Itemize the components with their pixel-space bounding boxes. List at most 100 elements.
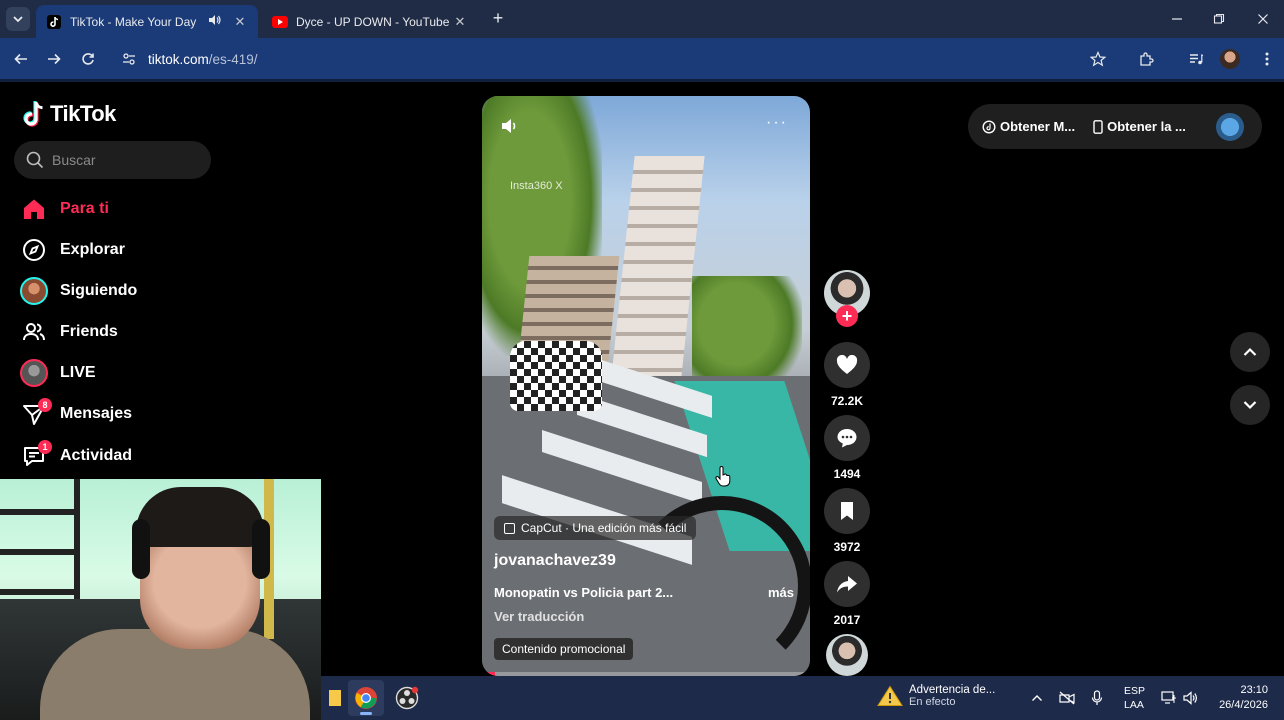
promo-label: Contenido promocional [494,638,634,660]
warning-triangle-icon [877,685,903,706]
new-tab-plus-icon[interactable]: + [488,9,508,29]
live-avatar-icon [18,357,50,389]
tab-youtube[interactable]: Dyce - UP DOWN - YouTube ✕ [262,5,478,38]
back-arrow-icon[interactable] [10,48,32,70]
sidebar-item-explorar[interactable]: Explorar [18,234,125,266]
clock-date: 26/4/2026 [1219,699,1268,711]
home-icon [18,193,50,225]
tab-title: TikTok - Make Your Day [70,14,197,29]
sidebar-item-para-ti[interactable]: Para ti [18,193,109,225]
compass-icon [18,234,50,266]
messages-badge: 8 [38,398,52,412]
get-coins-button[interactable]: Obtener M... [982,119,1075,134]
video-player[interactable]: ··· Insta360 X CapCut · Una edición más … [482,96,810,676]
kebab-menu-icon[interactable] [1256,48,1278,70]
share-arrow-icon [837,576,857,593]
chevron-up-icon [1243,347,1257,356]
tiktok-logo[interactable]: TikTok [22,100,116,128]
sidebar-item-label: Explorar [60,241,125,258]
music-disc[interactable] [826,634,868,676]
previous-video-button[interactable] [1230,332,1270,372]
tab-search-button[interactable] [6,7,30,31]
comment-icon [837,429,857,448]
tab-tiktok[interactable]: TikTok - Make Your Day ✕ [36,5,258,38]
screen: TikTok - Make Your Day ✕ Dyce - UP DOWN … [0,0,1284,720]
save-count: 3972 [833,540,861,554]
site-info-icon[interactable] [122,52,136,66]
reload-icon[interactable] [77,48,99,70]
capcut-chip-label: CapCut · Una edición más fácil [521,521,687,535]
capcut-chip[interactable]: CapCut · Una edición más fácil [494,516,697,540]
profile-avatar-icon[interactable] [1219,48,1241,70]
video-author[interactable]: jovanachavez39 [494,552,616,570]
media-control-icon[interactable] [1185,48,1207,70]
more-options-icon[interactable]: ··· [766,114,788,132]
forward-arrow-icon[interactable] [43,48,65,70]
follow-plus-icon[interactable]: + [836,305,858,327]
avatar-icon [18,275,50,307]
close-tab-icon[interactable]: ✕ [452,14,468,30]
user-profile-avatar[interactable] [1216,113,1244,141]
heart-icon [836,355,858,374]
sidebar-item-actividad[interactable]: 1 Actividad [18,440,132,472]
volume-icon[interactable] [500,116,520,136]
translate-link[interactable]: Ver traducción [494,609,584,624]
headphone-right [252,519,270,579]
chevron-down-icon [13,16,23,23]
speaker-volume-icon[interactable] [1181,688,1201,708]
hand-cursor-icon [715,466,731,487]
sidebar-item-live[interactable]: LIVE [18,357,96,389]
show-hidden-icons-chevron-icon[interactable] [1027,688,1047,708]
like-button[interactable] [824,342,870,388]
get-app-label: Obtener la ... [1107,119,1186,134]
save-button[interactable] [824,488,870,534]
minimize-icon[interactable] [1166,8,1188,30]
close-window-icon[interactable] [1252,8,1274,30]
chrome-taskbar-icon[interactable] [348,680,384,716]
taskbar-clock[interactable]: 23:10 26/4/2026 [1210,683,1268,713]
extensions-puzzle-icon[interactable] [1135,48,1157,70]
messages-icon: 8 [18,398,52,430]
share-button[interactable] [824,561,870,607]
search-input[interactable] [52,152,192,168]
sidebar-item-mensajes[interactable]: 8 Mensajes [18,398,132,430]
friends-icon [18,316,50,348]
microphone-icon[interactable] [1087,688,1107,708]
obs-taskbar-icon[interactable] [389,680,425,716]
search-box[interactable] [14,141,211,179]
clock-time: 23:10 [1240,684,1268,696]
comment-button[interactable] [824,415,870,461]
sidebar-item-siguiendo[interactable]: Siguiendo [18,275,137,307]
close-tab-icon[interactable]: ✕ [232,14,248,30]
network-icon[interactable] [1159,688,1179,708]
comment-count: 1494 [833,467,861,481]
bookmark-star-icon[interactable] [1087,48,1109,70]
weather-warning[interactable]: Advertencia de... En efecto [877,684,995,708]
sidebar-item-label: Actividad [60,447,133,464]
chevron-down-icon [1243,401,1257,410]
get-coins-label: Obtener M... [1000,119,1076,134]
restore-icon[interactable] [1208,8,1230,30]
search-icon [26,151,44,169]
warning-subtitle: En efecto [909,696,956,708]
sidebar-item-label: Mensajes [60,405,133,422]
lang-layout: LAA [1124,699,1144,711]
youtube-favicon-icon [272,14,288,30]
browser-tab-bar: TikTok - Make Your Day ✕ Dyce - UP DOWN … [0,0,1284,38]
sidebar-item-label: Friends [60,323,118,340]
sidebar-item-label: Para ti [60,200,109,217]
expand-description-link[interactable]: más [768,585,794,600]
webcam-overlay [0,479,321,720]
tiktok-favicon-icon [46,14,62,30]
camera-off-icon[interactable] [1057,688,1077,708]
lang-code: ESP [1124,685,1146,697]
like-count: 72.2K [830,394,864,408]
address-bar[interactable]: tiktok.com/es-419/ [110,44,1122,74]
speaker-icon[interactable] [208,14,226,29]
sidebar-item-friends[interactable]: Friends [18,316,118,348]
next-video-button[interactable] [1230,385,1270,425]
get-app-button[interactable]: Obtener la ... [1093,119,1186,134]
sidebar-item-label: Siguiendo [60,282,138,299]
sidebar-item-label: LIVE [60,364,96,381]
input-language-indicator[interactable]: ESP LAA [1124,684,1146,712]
